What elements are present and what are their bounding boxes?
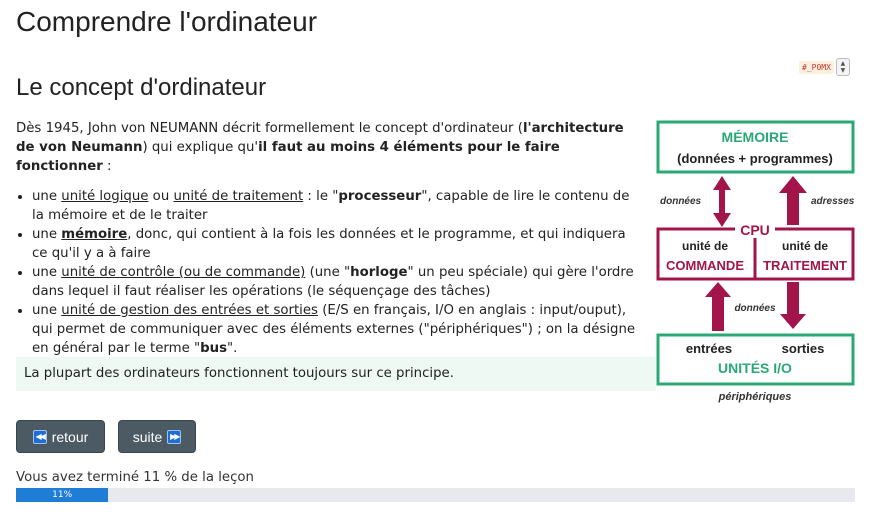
fast-forward-icon: ▶▶ [167,429,182,444]
rewind-icon: ◀◀ [32,429,47,444]
sorties-label: sorties [782,341,825,356]
intro-paragraph: Dès 1945, John von NEUMANN décrit formel… [16,119,644,176]
section-title: Le concept d'ordinateur [16,74,267,101]
progress-fill: 11% [16,488,109,502]
list-item: une unité logique ou unité de traitement… [32,187,644,225]
intro-text: ) qui explique qu' [142,140,259,155]
stepper-icon[interactable]: ▲ ▼ [835,58,850,76]
lesson-content: Dès 1945, John von NEUMANN décrit formel… [16,119,644,358]
suite-button[interactable]: suite ▶▶ [118,420,196,453]
cpu-label: CPU [740,222,770,238]
intro-text: : [102,159,112,174]
entrees-label: entrées [686,341,732,356]
donnees-bottom-label: données [734,303,776,314]
traitement-line1: unité de [782,239,828,253]
double-arrow-data-top [713,176,731,227]
memory-title: MÉMOIRE [722,129,789,145]
arrow-io-up [705,282,731,331]
arrow-io-down [780,282,806,329]
adresses-label: adresses [811,196,855,207]
suite-label: suite [132,428,163,445]
intro-text: Dès 1945, John von NEUMANN décrit formel… [16,121,523,136]
memory-subtitle: (données + programmes) [677,151,833,166]
info-note: La plupart des ordinateurs fonctionnent … [16,357,656,391]
commande-line2: COMMANDE [666,258,744,273]
list-item: une unité de gestion des entrées et sort… [32,301,644,358]
list-item: une unité de contrôle (ou de commande) (… [32,263,644,301]
arrow-adresses [779,176,807,225]
progress-bar: 11% [16,488,855,502]
list-item: une mémoire, donc, qui contient à la foi… [32,225,644,263]
commande-line1: unité de [682,239,728,253]
donnees-top-label: données [660,196,702,207]
io-title: UNITÉS I/O [718,360,792,376]
traitement-line2: TRAITEMENT [763,258,847,273]
von-neumann-diagram: MÉMOIRE (données + programmes) données a… [656,120,855,403]
peripheriques-label: périphériques [718,391,792,403]
widget-tag: #_P0MX [799,60,834,74]
progress-label: Vous avez terminé 11 % de la leçon [16,470,254,485]
p0mx-widget[interactable]: #_P0MX ▲ ▼ [799,58,850,76]
page-title: Comprendre l'ordinateur [16,6,318,37]
retour-button[interactable]: ◀◀ retour [16,420,105,453]
retour-label: retour [51,428,89,445]
element-list: une unité logique ou unité de traitement… [32,187,644,358]
